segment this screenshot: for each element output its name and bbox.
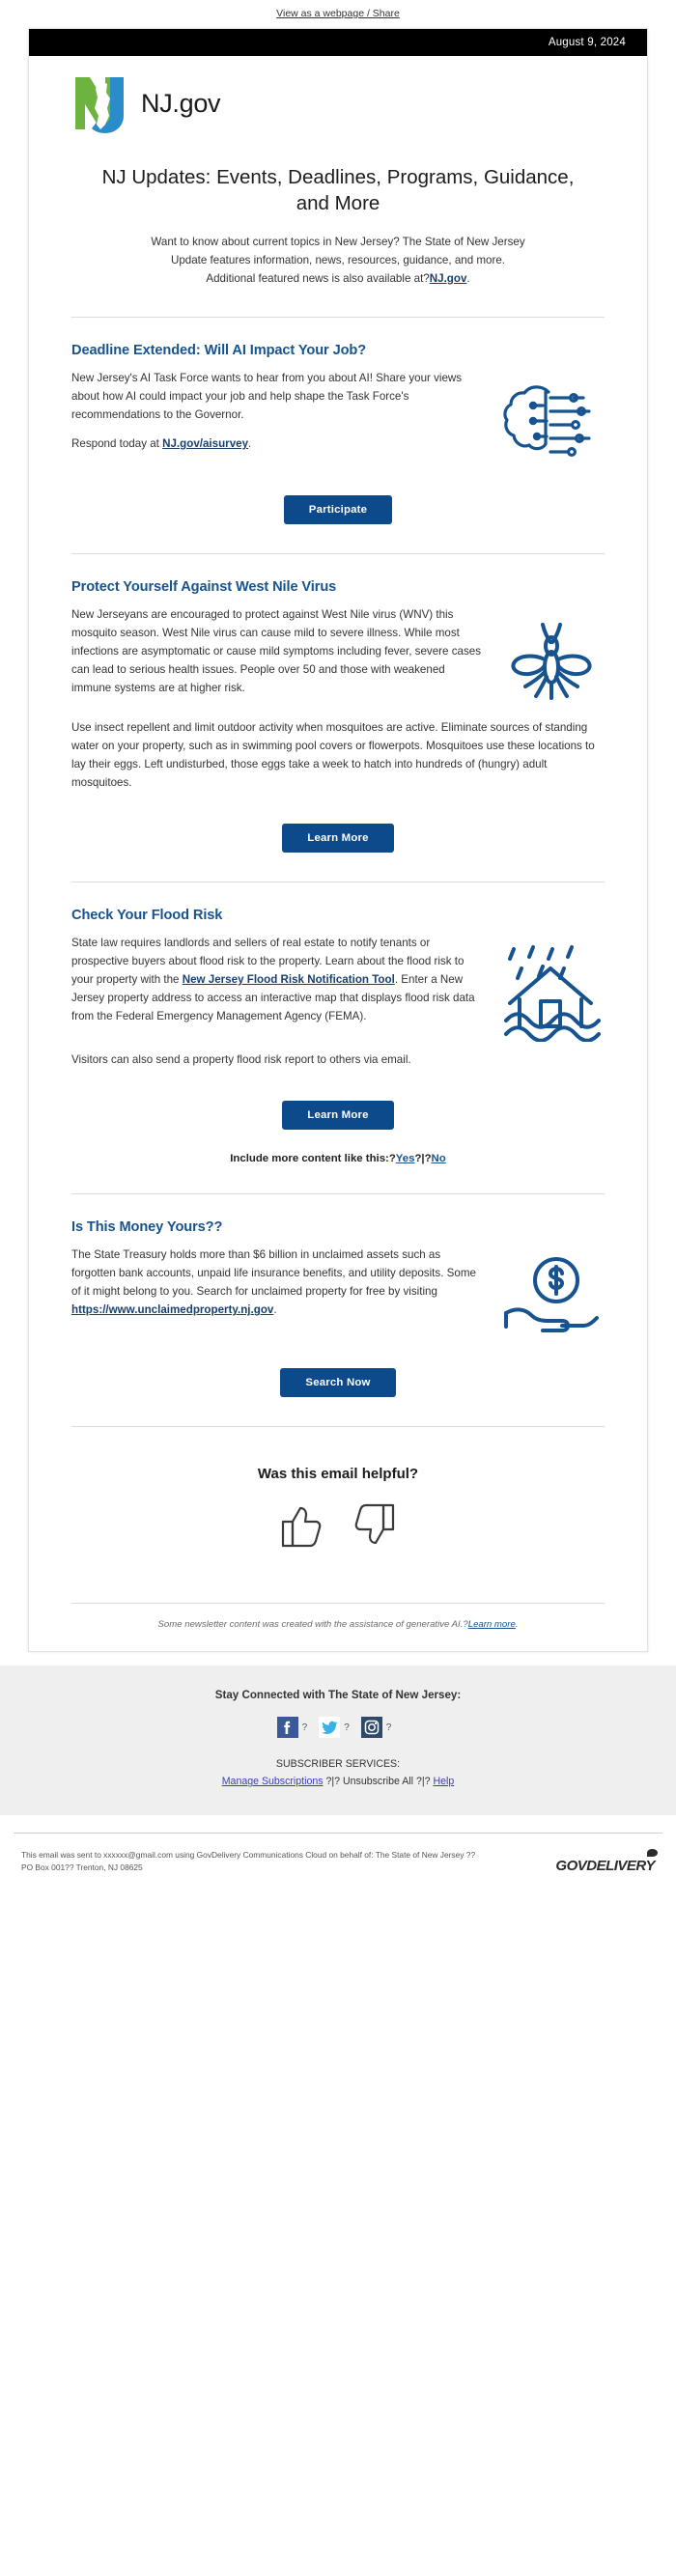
manage-subscriptions-link[interactable]: Manage Subscriptions	[222, 1776, 324, 1787]
article-unclaimed-money: Is This Money Yours?? The State Treasury…	[29, 1194, 647, 1398]
flood-risk-tool-link[interactable]: New Jersey Flood Risk Notification Tool	[183, 973, 395, 986]
help-link[interactable]: Help	[433, 1776, 454, 1787]
ai-disclaimer-text: Some newsletter content was created with…	[157, 1619, 468, 1631]
article-paragraph-2: Visitors can also send a property flood …	[71, 1053, 411, 1067]
feedback-yes-link[interactable]: Yes	[396, 1153, 415, 1164]
article-image	[491, 369, 605, 474]
date-bar: August 9, 2024	[29, 29, 647, 56]
footer: Stay Connected with The State of New Jer…	[0, 1666, 676, 1816]
njgov-link[interactable]: NJ.gov	[430, 272, 467, 285]
twitter-icon[interactable]	[319, 1717, 341, 1739]
intro-line-3-end: .	[466, 271, 470, 285]
brain-circuit-icon	[491, 385, 605, 473]
intro-line-1: Want to know about current topics in New…	[151, 235, 525, 248]
money-para-pre: The State Treasury holds more than $6 bi…	[71, 1248, 476, 1299]
stay-connected-heading: Stay Connected with The State of New Jer…	[214, 1689, 462, 1702]
cta-post-text: .	[248, 437, 252, 451]
intro-line-2: Update features information, news, resou…	[170, 253, 506, 266]
issue-date: August 9, 2024	[548, 37, 626, 48]
facebook-icon[interactable]	[276, 1717, 298, 1739]
money-para-post: .	[273, 1303, 277, 1317]
article-button-wrap: Search Now	[71, 1347, 605, 1398]
email-body: August 9, 2024 NJ.gov NJ Updates: Events…	[28, 28, 648, 1653]
subscriber-services-label: SUBSCRIBER SERVICES:	[275, 1758, 401, 1771]
govdelivery-wordmark: GOVDELIVERY	[555, 1857, 655, 1874]
govdelivery-flag-icon	[647, 1848, 658, 1857]
link-separator-1: ?|?	[323, 1776, 343, 1788]
article-heading: Is This Money Yours??	[71, 1219, 223, 1236]
aisurvey-link[interactable]: NJ.gov/aisurvey	[162, 437, 248, 450]
article-image	[496, 934, 605, 1047]
legal-line-2: PO Box 001?? Trenton, NJ 08625	[21, 1862, 143, 1872]
article-paragraph-2: Use insect repellent and limit outdoor a…	[71, 721, 595, 790]
feedback-label: Include more content like this:?	[230, 1153, 396, 1165]
legal-line-1: This email was sent to xxxxxx@gmail.com …	[21, 1850, 476, 1861]
learn-more-button-wnv[interactable]: Learn More	[282, 824, 394, 854]
article-paragraph: New Jerseyans are encouraged to protect …	[71, 608, 481, 695]
flooded-house-icon	[496, 945, 605, 1046]
ai-learn-more-link[interactable]: Learn more	[468, 1619, 516, 1630]
article-ai-job-survey: Deadline Extended: Will AI Impact Your J…	[29, 318, 647, 525]
article-heading: Protect Yourself Against West Nile Virus	[71, 579, 337, 596]
ai-disclaimer-end: .	[515, 1619, 519, 1631]
brand-header: NJ.gov	[29, 56, 647, 141]
article-west-nile-virus: Protect Yourself Against West Nile Virus…	[29, 554, 647, 854]
unsubscribe-all-link[interactable]: Unsubscribe All	[343, 1776, 413, 1787]
article-heading: Deadline Extended: Will AI Impact Your J…	[71, 343, 367, 359]
twitter-separator: ?	[344, 1722, 350, 1733]
instagram-separator: ?	[385, 1722, 392, 1733]
article-button-wrap: Participate	[71, 474, 605, 525]
feedback-separator: ?|?	[414, 1153, 432, 1165]
facebook-separator: ?	[301, 1722, 308, 1733]
legal-text: This email was sent to xxxxxx@gmail.com …	[21, 1849, 475, 1873]
cta-pre-text: Respond today at	[71, 437, 163, 451]
feedback-no-link[interactable]: No	[432, 1153, 446, 1164]
participate-button[interactable]: Participate	[283, 495, 393, 525]
article-image	[496, 1246, 605, 1347]
nj-state-logo-icon	[71, 71, 131, 135]
subscriber-services: SUBSCRIBER SERVICES: Manage Subscription…	[0, 1755, 676, 1790]
legal-bar: This email was sent to xxxxxx@gmail.com …	[14, 1833, 662, 1890]
content-feedback-line: Include more content like this:?Yes?|?No	[71, 1130, 605, 1164]
social-links: ? ? ?	[0, 1701, 676, 1755]
article-button-wrap: Learn More	[71, 802, 605, 854]
intro-paragraph: Want to know about current topics in New…	[29, 217, 647, 288]
thumbs-up-icon[interactable]	[281, 1503, 322, 1553]
intro-line-3: Additional featured news is also availab…	[206, 271, 430, 285]
mosquito-icon	[498, 623, 605, 714]
article-button-wrap: Learn More	[71, 1079, 605, 1131]
article-paragraph: New Jersey's AI Task Force wants to hear…	[71, 372, 463, 422]
article-flood-risk: Check Your Flood Risk State law requires…	[29, 882, 647, 1164]
page-title: NJ Updates: Events, Deadlines, Programs,…	[101, 166, 575, 215]
email-helpful-section: Was this email helpful?	[29, 1427, 647, 1578]
subscriber-services-links: Manage Subscriptions ?|? Unsubscribe All…	[0, 1773, 676, 1790]
article-image	[498, 605, 605, 714]
thumbs-down-icon[interactable]	[354, 1503, 395, 1553]
learn-more-button-flood[interactable]: Learn More	[282, 1101, 394, 1131]
view-as-webpage-link[interactable]: View as a webpage / Share	[276, 8, 400, 19]
instagram-icon[interactable]	[360, 1717, 382, 1739]
link-separator-2: ?|?	[413, 1776, 434, 1788]
ai-disclaimer: Some newsletter content was created with…	[71, 1603, 605, 1651]
preheader-bar: View as a webpage / Share	[0, 0, 676, 28]
search-now-button[interactable]: Search Now	[280, 1368, 396, 1398]
unclaimedproperty-link[interactable]: https://www.unclaimedproperty.nj.gov	[71, 1303, 273, 1316]
article-heading: Check Your Flood Risk	[71, 908, 223, 924]
logo-wordmark: NJ.gov	[141, 88, 221, 118]
helpful-question: Was this email helpful?	[257, 1466, 419, 1483]
article-cta-line: Respond today at NJ.gov/aisurvey.	[71, 434, 477, 453]
govdelivery-logo: GOVDELIVERY	[555, 1848, 658, 1874]
article-paragraph: State law requires landlords and sellers…	[71, 934, 483, 1025]
hand-holding-dollar-icon	[496, 1257, 605, 1346]
article-paragraph: The State Treasury holds more than $6 bi…	[71, 1246, 483, 1319]
